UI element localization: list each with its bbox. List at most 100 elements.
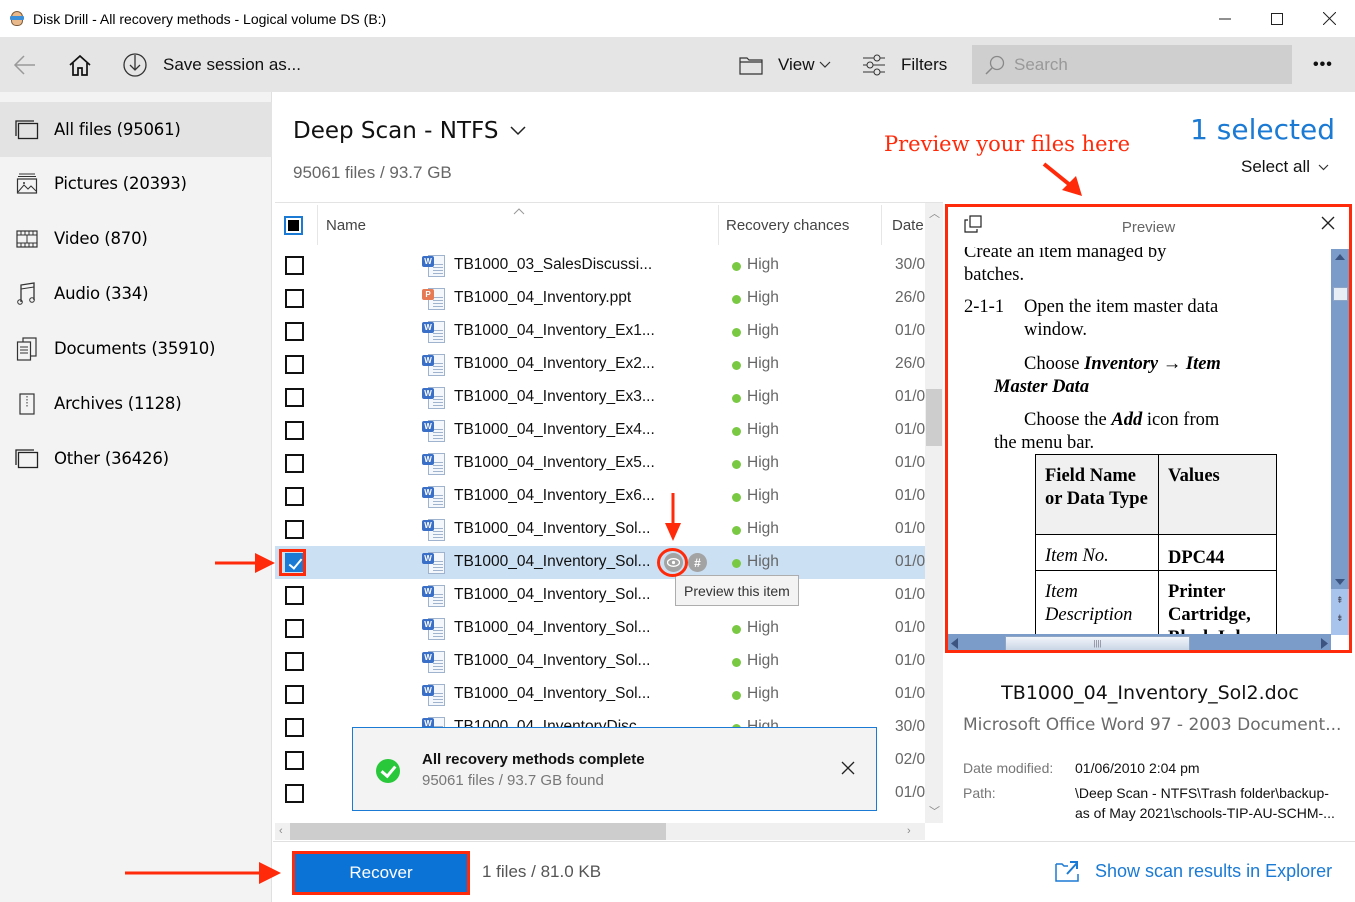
scan-title-dropdown[interactable]: Deep Scan - NTFS: [293, 118, 526, 144]
sidebar-item-pictures[interactable]: Pictures (20393): [0, 156, 272, 211]
scroll-up-icon[interactable]: [1335, 254, 1345, 260]
table-row[interactable]: W TB1000_04_Inventory_Ex6... High 01/0: [275, 480, 925, 513]
row-checkbox[interactable]: [285, 751, 304, 770]
scroll-left-icon[interactable]: ‹: [279, 825, 283, 837]
annotation-box-icon: [279, 549, 306, 576]
row-checkbox[interactable]: [285, 652, 304, 671]
sidebar-item-all-files[interactable]: All files (95061): [0, 102, 272, 157]
scroll-up-icon[interactable]: ︿: [929, 205, 940, 221]
sidebar-item-archives[interactable]: Archives (1128): [0, 376, 272, 431]
close-button[interactable]: [1303, 0, 1355, 37]
table-row[interactable]: W TB1000_04_Inventory_Ex2... High 26/0: [275, 348, 925, 381]
filters-label: Filters: [901, 54, 948, 74]
word-file-icon: W: [422, 353, 446, 377]
status-dot-icon: [732, 460, 741, 469]
scroll-down-icon[interactable]: ﹀: [929, 803, 940, 819]
date-cell: 01/0: [895, 619, 925, 636]
row-checkbox[interactable]: [285, 454, 304, 473]
table-row[interactable]: W TB1000_04_Inventory_Ex3... High 01/0: [275, 381, 925, 414]
table-row[interactable]: W TB1000_04_Inventory_Sol... High 01/0: [275, 645, 925, 678]
vertical-scrollbar-thumb[interactable]: [926, 389, 942, 446]
scroll-left-icon[interactable]: [951, 638, 958, 649]
preview-tooltip: Preview this item: [675, 575, 799, 606]
file-name: TB1000_04_Inventory.ppt: [454, 289, 632, 306]
scroll-right-icon[interactable]: ›: [907, 825, 911, 837]
sidebar-item-documents[interactable]: Documents (35910): [0, 321, 272, 376]
preview-horizontal-scrollbar[interactable]: ||||: [948, 634, 1331, 650]
recovery-chance: High: [747, 289, 779, 306]
sidebar-item-video[interactable]: Video (870): [0, 211, 272, 266]
previous-page-icon[interactable]: ⇞: [1336, 595, 1344, 606]
row-checkbox[interactable]: [285, 718, 304, 737]
table-row[interactable]: W TB1000_04_Inventory_Sol... 01/0: [275, 579, 925, 612]
row-checkbox[interactable]: [285, 421, 304, 440]
sidebar-item-other[interactable]: Other (36426): [0, 431, 272, 486]
row-checkbox[interactable]: [285, 355, 304, 374]
table-row[interactable]: W TB1000_04_Inventory_Ex4... High 01/0: [275, 414, 925, 447]
preview-scrollbar-thumb[interactable]: [1333, 287, 1348, 301]
scroll-right-icon[interactable]: [1321, 638, 1328, 649]
row-checkbox[interactable]: [285, 520, 304, 539]
row-checkbox[interactable]: [285, 388, 304, 407]
maximize-button[interactable]: [1251, 0, 1303, 37]
row-checkbox[interactable]: [285, 685, 304, 704]
row-checkbox[interactable]: [285, 784, 304, 803]
next-page-icon[interactable]: ⇟: [1336, 613, 1344, 624]
row-checkbox[interactable]: [285, 586, 304, 605]
select-all-dropdown[interactable]: Select all: [1241, 157, 1329, 177]
word-file-icon: W: [422, 683, 446, 707]
preview-close-button[interactable]: [1321, 213, 1335, 236]
show-in-explorer-link[interactable]: Show scan results in Explorer: [1055, 860, 1332, 882]
vertical-scrollbar[interactable]: ︿ ﹀: [925, 203, 943, 823]
scroll-down-icon[interactable]: [1335, 579, 1345, 585]
view-menu-button[interactable]: View: [739, 37, 831, 92]
row-checkbox[interactable]: [285, 289, 304, 308]
column-header-recovery-chances[interactable]: Recovery chances: [726, 203, 849, 247]
doc-table-cell: Item Description: [1035, 570, 1159, 634]
table-row[interactable]: W TB1000_04_Inventory_Sol... High 01/0: [275, 513, 925, 546]
table-row[interactable]: W TB1000_04_Inventory_Sol... High 01/0: [275, 678, 925, 711]
preview-file-type: Microsoft Office Word 97 - 2003 Document…: [963, 715, 1342, 735]
row-checkbox[interactable]: [285, 256, 304, 275]
file-name: TB1000_04_Inventory_Ex4...: [454, 421, 655, 438]
back-button[interactable]: [13, 37, 37, 92]
path-line: as of May 2021\schools-TIP-AU-SCHM-...: [1075, 805, 1335, 821]
toast-subtitle: 95061 files / 93.7 GB found: [422, 772, 604, 789]
horizontal-scrollbar[interactable]: ‹ ›: [275, 823, 925, 840]
search-box[interactable]: [972, 45, 1292, 84]
table-row[interactable]: P TB1000_04_Inventory.ppt High 26/0: [275, 282, 925, 315]
status-dot-icon: [732, 658, 741, 667]
minimize-button[interactable]: [1199, 0, 1251, 37]
sidebar: All files (95061) Pictures (20393) Video…: [0, 92, 272, 902]
table-row[interactable]: W TB1000_04_Inventory_Ex5... High 01/0: [275, 447, 925, 480]
table-row[interactable]: W TB1000_03_SalesDiscussi... High 30/0: [275, 249, 925, 282]
column-header-date[interactable]: Date: [892, 203, 924, 247]
doc-line: Choose the Add icon from: [1024, 410, 1220, 430]
preview-document[interactable]: Create an item managed by batches. 2-1-1…: [948, 247, 1331, 634]
table-row[interactable]: W TB1000_04_Inventory_Sol... High 01/0: [275, 612, 925, 645]
sidebar-item-audio[interactable]: Audio (334): [0, 266, 272, 321]
row-checkbox[interactable]: [285, 322, 304, 341]
home-button[interactable]: [68, 37, 92, 92]
row-checkbox[interactable]: [285, 619, 304, 638]
recover-button[interactable]: Recover: [292, 851, 470, 895]
toast-close-button[interactable]: [841, 758, 855, 781]
date-cell: 01/0: [895, 586, 925, 603]
search-input[interactable]: [1014, 54, 1274, 75]
preview-vertical-scrollbar[interactable]: ⇞ ⇟: [1331, 249, 1349, 635]
table-row[interactable]: W TB1000_04_Inventory_Sol... # High 01/0: [275, 546, 925, 579]
row-checkbox[interactable]: [285, 487, 304, 506]
select-all-checkbox[interactable]: [284, 203, 303, 247]
path-value: \Deep Scan - NTFS\Trash folder\backup- a…: [1075, 783, 1335, 823]
file-name: TB1000_04_Inventory_Ex2...: [454, 355, 655, 372]
preview-hscroll-thumb[interactable]: ||||: [1005, 636, 1190, 650]
save-session-button[interactable]: Save session as...: [122, 37, 301, 92]
table-row[interactable]: W TB1000_04_Inventory_Ex1... High 01/0: [275, 315, 925, 348]
filters-button[interactable]: Filters: [862, 37, 947, 92]
more-options-button[interactable]: •••: [1313, 37, 1333, 92]
column-header-name[interactable]: Name: [326, 203, 366, 247]
hash-icon[interactable]: #: [688, 553, 707, 572]
chevron-down-icon: [1318, 164, 1329, 170]
horizontal-scrollbar-thumb[interactable]: [290, 823, 666, 840]
table-header: Name Recovery chances Date: [275, 203, 925, 247]
